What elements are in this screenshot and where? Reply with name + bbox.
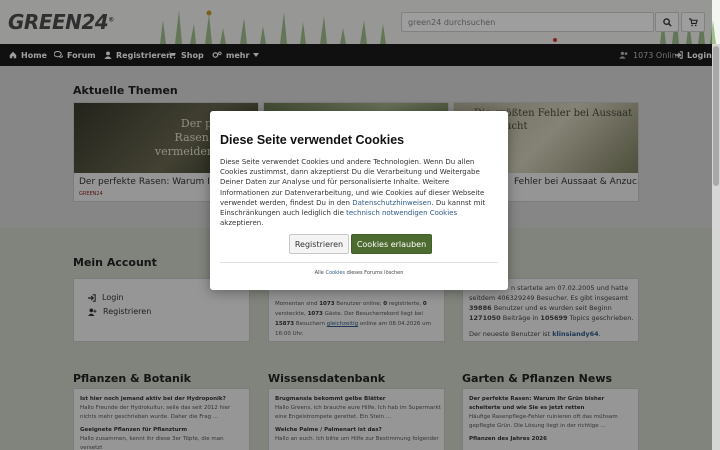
dialog-body: Diese Seite verwendet Cookies und andere… (220, 158, 486, 228)
dialog-title: Diese Seite verwendet Cookies (220, 133, 405, 147)
privacy-link[interactable]: Datenschutzhinweisen (352, 199, 431, 207)
register-button[interactable]: Registrieren (289, 234, 349, 254)
accept-cookies-button[interactable]: Cookies erlauben (351, 234, 432, 254)
cookie-consent-dialog: Diese Seite verwendet Cookies Diese Seit… (210, 111, 508, 290)
delete-cookies-line: Alle Cookies dieses Forums löschen (314, 270, 404, 276)
divider (220, 262, 498, 263)
delete-cookies-link[interactable]: Cookies (325, 270, 345, 276)
scrollbar-thumb[interactable] (713, 46, 719, 186)
necessary-cookies-link[interactable]: technisch notwendigen Cookies (346, 209, 457, 217)
